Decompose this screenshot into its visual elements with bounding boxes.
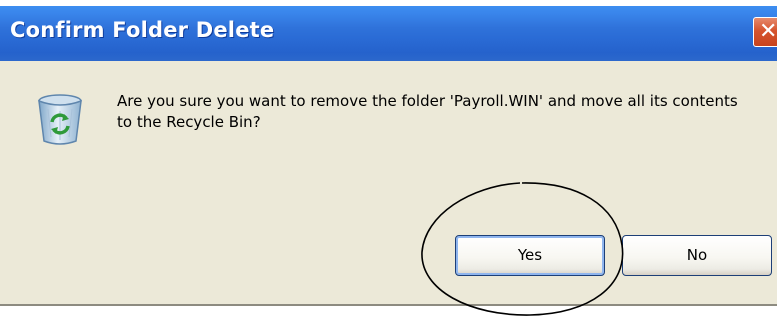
close-button[interactable]: ✕ <box>753 17 777 47</box>
page: Confirm Folder Delete ✕ Are you sure you… <box>0 0 777 316</box>
confirm-dialog: Confirm Folder Delete ✕ Are you sure you… <box>0 6 777 306</box>
dialog-title: Confirm Folder Delete <box>10 18 275 42</box>
recycle-bin-icon <box>38 94 82 145</box>
dialog-message: Are you sure you want to remove the fold… <box>117 92 738 131</box>
no-button[interactable]: No <box>622 235 772 276</box>
yes-button[interactable]: Yes <box>455 235 605 276</box>
close-icon: ✕ <box>759 19 777 44</box>
title-bar[interactable]: Confirm Folder Delete ✕ <box>0 6 777 61</box>
